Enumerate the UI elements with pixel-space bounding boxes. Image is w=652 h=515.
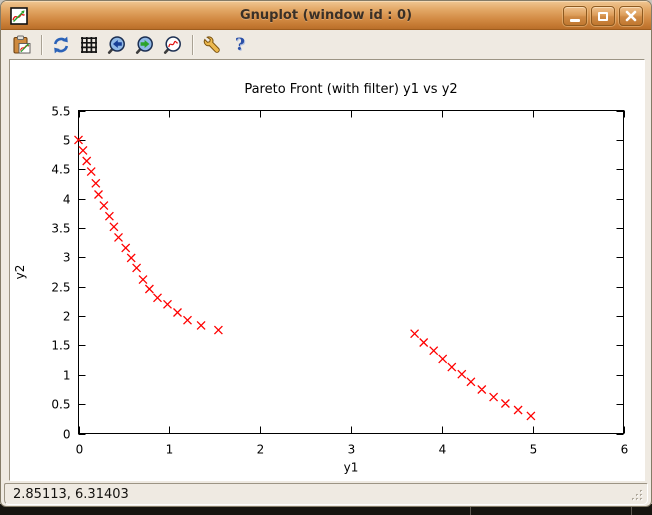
svg-text:2.5: 2.5 xyxy=(51,281,70,295)
svg-text:3: 3 xyxy=(63,251,71,265)
svg-text:0.5: 0.5 xyxy=(51,398,70,412)
replot-refresh-button[interactable] xyxy=(50,34,72,56)
help-icon: ? xyxy=(235,35,245,55)
svg-text:y1: y1 xyxy=(344,461,359,475)
window-controls xyxy=(563,6,643,26)
copy-plot-to-clipboard-button[interactable] xyxy=(11,34,33,56)
svg-text:0: 0 xyxy=(63,428,71,442)
window-title: Gnuplot (window id : 0) xyxy=(239,8,413,23)
resize-grip[interactable] xyxy=(630,488,644,502)
svg-text:4: 4 xyxy=(439,443,447,457)
toggle-grid-icon xyxy=(81,37,97,53)
svg-text:4.5: 4.5 xyxy=(51,163,70,177)
svg-text:3.5: 3.5 xyxy=(51,222,70,236)
minimize-icon xyxy=(570,19,580,22)
svg-text:6: 6 xyxy=(621,443,629,457)
svg-text:5: 5 xyxy=(63,134,71,148)
gnuplot-window: Gnuplot (window id : 0) ? 0 1 2 3 4 5 6 … xyxy=(0,0,652,507)
screenshot-root: Gnuplot (window id : 0) ? 0 1 2 3 4 5 6 … xyxy=(0,0,652,515)
svg-text:1: 1 xyxy=(166,443,174,457)
maximize-button[interactable] xyxy=(591,6,615,26)
close-icon xyxy=(625,10,637,22)
zoom-next-button[interactable] xyxy=(134,34,156,56)
apply-zoom-plot-button[interactable] xyxy=(162,34,184,56)
copy-plot-to-clipboard-icon xyxy=(13,35,31,54)
svg-text:4: 4 xyxy=(63,193,71,207)
help-button[interactable]: ? xyxy=(229,34,251,56)
svg-text:2: 2 xyxy=(257,443,265,457)
cursor-coordinates: 2.85113, 6.31403 xyxy=(13,487,129,502)
svg-text:Pareto Front (with filter) y1: Pareto Front (with filter) y1 vs y2 xyxy=(244,82,457,97)
maximize-icon xyxy=(598,11,608,21)
svg-text:1.5: 1.5 xyxy=(51,339,70,353)
titlebar[interactable]: Gnuplot (window id : 0) xyxy=(1,1,651,30)
svg-text:2: 2 xyxy=(63,310,71,324)
replot-refresh-icon xyxy=(53,36,69,54)
svg-text:1: 1 xyxy=(63,369,71,383)
close-button[interactable] xyxy=(619,6,643,26)
plot-canvas[interactable]: 0 1 2 3 4 5 6 0 0.5 1 1.5 2 2.5 3 3.5 4 4.5 5 5.5 Pareto Fr… xyxy=(9,59,645,481)
settings-wrench-icon xyxy=(203,36,220,53)
zoom-next-icon xyxy=(135,36,153,54)
svg-text:5: 5 xyxy=(530,443,538,457)
svg-text:5.5: 5.5 xyxy=(51,105,70,119)
zoom-previous-icon xyxy=(107,36,125,54)
statusbar: 2.85113, 6.31403 xyxy=(4,483,648,505)
settings-wrench-button[interactable] xyxy=(201,34,223,56)
svg-text:y2: y2 xyxy=(13,265,27,280)
toolbar: ? xyxy=(1,31,651,59)
toggle-grid-button[interactable] xyxy=(78,34,100,56)
toolbar-separator xyxy=(41,35,43,55)
svg-text:0: 0 xyxy=(76,443,84,457)
zoom-previous-button[interactable] xyxy=(106,34,128,56)
toolbar-separator xyxy=(192,35,194,55)
svg-text:3: 3 xyxy=(348,443,356,457)
minimize-button[interactable] xyxy=(563,6,587,26)
apply-zoom-plot-icon xyxy=(163,36,181,54)
plot-svg: 0 1 2 3 4 5 6 0 0.5 1 1.5 2 2.5 3 3.5 4 4.5 5 5.5 Pareto Fr… xyxy=(13,82,629,475)
